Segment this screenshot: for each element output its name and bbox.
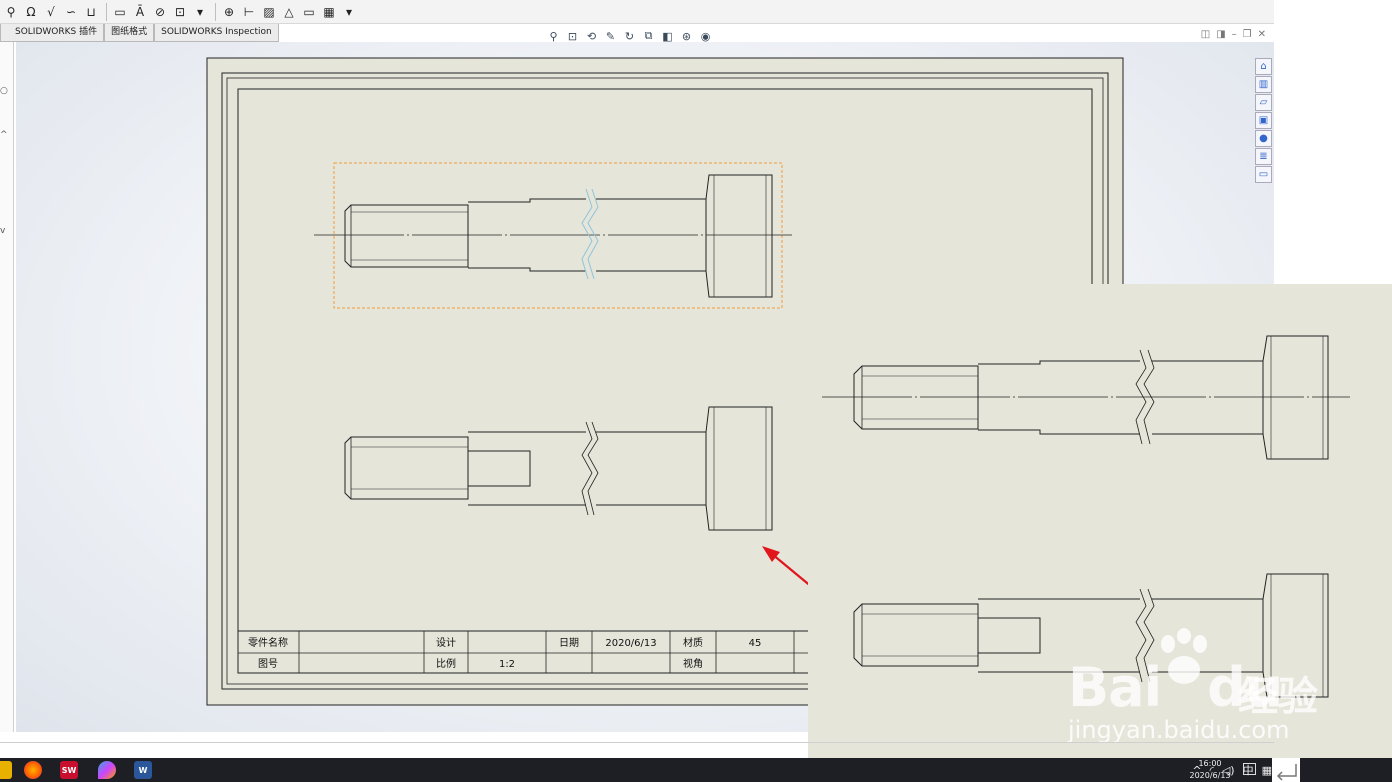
forum-icon[interactable]: ▭ <box>1255 166 1272 183</box>
title-design-label: 设计 <box>436 636 456 649</box>
smart-dimension-icon[interactable]: ⚲ <box>2 3 20 21</box>
solidworks-icon[interactable]: SW <box>60 761 78 779</box>
zoom-to-fit-icon[interactable]: ⚲ <box>544 28 563 44</box>
home-icon[interactable]: ⌂ <box>1255 58 1272 75</box>
check-icon[interactable]: √ <box>42 3 60 21</box>
title-material-label: 材质 <box>683 636 703 649</box>
title-date-label: 日期 <box>559 637 579 649</box>
start-tile-icon[interactable] <box>0 761 12 779</box>
return-arrow-icon <box>1272 758 1300 782</box>
collapse-down-icon[interactable]: v <box>0 226 5 236</box>
heads-up-view-toolbar: ⚲ ⊡ ⟲ ✎ ↻ ⧉ ◧ ⊛ ◉ <box>544 27 715 45</box>
panel-toggle-icon[interactable]: ○ <box>0 86 8 96</box>
view-palette-icon[interactable]: ▣ <box>1255 112 1272 129</box>
dropdown-arrow-icon[interactable]: ▾ <box>191 3 209 21</box>
input-mode-icon[interactable]: ▦ <box>1262 764 1272 777</box>
solidworks-window: ⚲ Ω √ ∽ ⊔ ▭ Ā ⊘ ⊡ ▾ ⊕ ⊢ ▨ △ ▭ ▦ ▾ SOLIDW… <box>0 0 1392 782</box>
system-clock[interactable]: 16:00 2020/6/13 <box>1182 758 1238 782</box>
hatch-icon[interactable]: ▨ <box>260 3 278 21</box>
tab-solidworks-inspection[interactable]: SOLIDWORKS Inspection <box>154 24 279 42</box>
title-scale-value: 1:2 <box>499 659 515 670</box>
hide-show-icon[interactable]: ⊛ <box>677 28 696 44</box>
magnifier-icon[interactable]: ⊘ <box>151 3 169 21</box>
feature-manager-collapsed[interactable]: ○ ^ v <box>0 42 14 732</box>
zoomed-detail-panel <box>808 284 1392 762</box>
note-icon[interactable]: Ω <box>22 3 40 21</box>
collapse-up-icon[interactable]: ^ <box>0 130 8 140</box>
tab-solidworks-addins[interactable]: SOLIDWORKS 插件 <box>0 24 105 42</box>
title-scale-label: 比例 <box>436 657 456 670</box>
previous-view-icon[interactable]: ⟲ <box>582 28 601 44</box>
rotate-icon[interactable]: ↻ <box>620 28 639 44</box>
tile-right-icon[interactable]: ◨ <box>1216 29 1225 40</box>
design-library-icon[interactable]: ▥ <box>1255 76 1272 93</box>
3d-view-icon[interactable]: ⧉ <box>639 28 658 44</box>
centermark-icon[interactable]: ⊕ <box>220 3 238 21</box>
word-icon[interactable]: W <box>134 761 152 779</box>
title-drawing-no-label: 图号 <box>258 658 278 670</box>
restore-icon[interactable]: ❐ <box>1243 29 1252 40</box>
surface-finish-icon[interactable]: ∽ <box>62 3 80 21</box>
close-icon[interactable]: ✕ <box>1258 29 1266 40</box>
task-pane-tabs: ⌂ ▥ ▱ ▣ ● ≣ ▭ <box>1255 58 1274 188</box>
horizontal-divider <box>0 742 1274 743</box>
annotation-toolbar: ⚲ Ω √ ∽ ⊔ ▭ Ā ⊘ ⊡ ▾ ⊕ ⊢ ▨ △ ▭ ▦ ▾ <box>0 0 1274 24</box>
custom-properties-icon[interactable]: ≣ <box>1255 148 1272 165</box>
tab-sheet-format[interactable]: 图纸格式 <box>104 24 155 42</box>
color-app-icon[interactable] <box>98 761 116 779</box>
zoom-area-icon[interactable]: ⊡ <box>563 28 582 44</box>
minimize-icon[interactable]: – <box>1232 29 1237 40</box>
command-manager-tabs: SOLIDWORKS 插件 图纸格式 SOLIDWORKS Inspection <box>0 24 279 42</box>
toolbar-separator <box>106 2 107 21</box>
block-icon[interactable]: ▭ <box>300 3 318 21</box>
clock-date: 2020/6/13 <box>1189 771 1231 780</box>
centerline-icon[interactable]: ⊢ <box>240 3 258 21</box>
display-style-icon[interactable]: ◧ <box>658 28 677 44</box>
balloon-icon[interactable]: ▭ <box>111 3 129 21</box>
document-window-controls: ◫ ◨ – ❐ ✕ <box>1201 29 1266 40</box>
zoomed-drawing <box>822 335 1350 698</box>
datum-icon[interactable]: Ā <box>131 3 149 21</box>
title-view-angle-label: 视角 <box>683 657 703 670</box>
toolbar-separator <box>215 2 216 21</box>
dropdown-arrow-icon[interactable]: ▾ <box>340 3 358 21</box>
weld-symbol-icon[interactable]: ⊔ <box>82 3 100 21</box>
appearances-icon[interactable]: ● <box>1255 130 1272 147</box>
title-part-name-label: 零件名称 <box>248 636 288 649</box>
tile-left-icon[interactable]: ◫ <box>1201 29 1210 40</box>
revision-cloud-icon[interactable]: △ <box>280 3 298 21</box>
windows-taskbar: SW W ^ ◜ ◁) 中 ▦ 16:00 2020/6/13 <box>0 758 1392 782</box>
file-explorer-icon[interactable]: ▱ <box>1255 94 1272 111</box>
firefox-icon[interactable] <box>24 761 42 779</box>
title-date-value: 2020/6/13 <box>605 638 656 649</box>
appearance-icon[interactable]: ◉ <box>696 28 715 44</box>
clock-time: 16:00 <box>1198 759 1222 768</box>
section-view-icon[interactable]: ✎ <box>601 28 620 44</box>
gtol-icon[interactable]: ⊡ <box>171 3 189 21</box>
title-material-value: 45 <box>749 638 762 649</box>
action-center-icon[interactable] <box>1243 763 1256 775</box>
table-icon[interactable]: ▦ <box>320 3 338 21</box>
